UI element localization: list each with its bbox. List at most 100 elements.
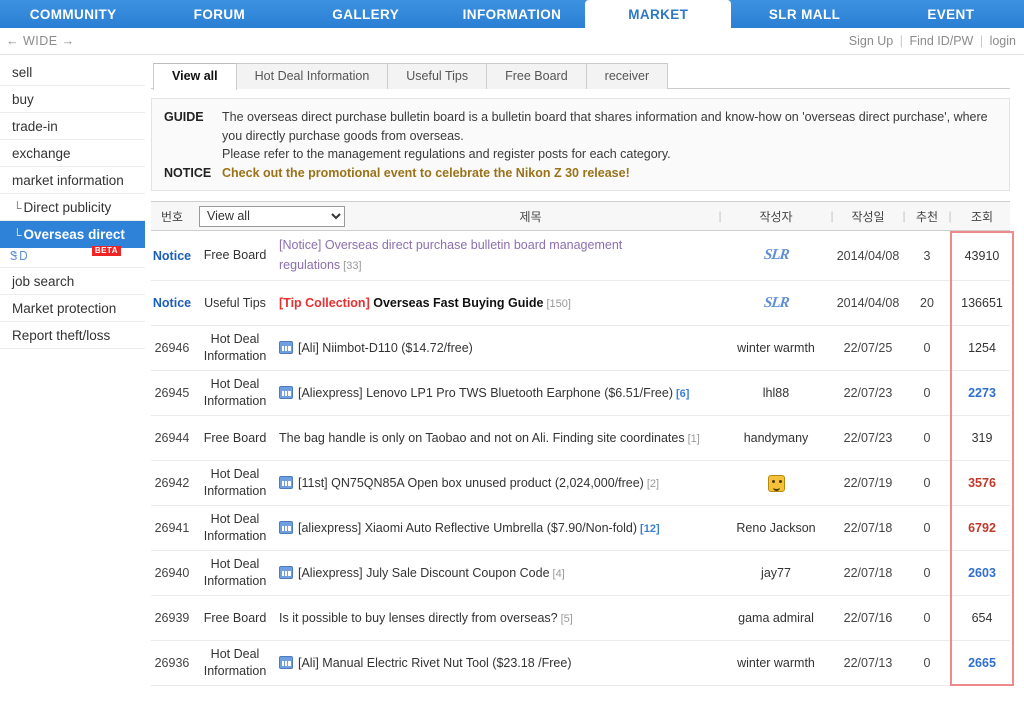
cell-category[interactable]: Hot Deal Information	[193, 511, 277, 545]
sidebar-item-market-protection[interactable]: Market protection	[0, 295, 145, 322]
post-title-link[interactable]: [11st] QN75QN85A Open box unused product…	[298, 476, 644, 490]
post-title-link[interactable]: [Aliexpress] Lenovo LP1 Pro TWS Bluetoot…	[298, 386, 673, 400]
wide-toggle-link[interactable]: ← WIDE →	[6, 34, 75, 48]
sidebar-item-direct-publicity[interactable]: └ Direct publicity	[0, 194, 145, 221]
nav-item-forum[interactable]: FORUM	[146, 0, 292, 28]
cell-title: The bag handle is only on Taobao and not…	[277, 424, 716, 453]
find-id-pw-link[interactable]: Find ID/PW	[909, 34, 973, 48]
title-wrapper: [aliexpress] Xiaomi Auto Reflective Umbr…	[279, 518, 660, 539]
cell-author[interactable]	[724, 474, 828, 492]
nav-item-event[interactable]: EVENT	[878, 0, 1024, 28]
cell-title: [11st] QN75QN85A Open box unused product…	[277, 469, 716, 498]
comment-count[interactable]: [6]	[676, 388, 689, 400]
table-row[interactable]: Notice Useful Tips [Tip Collection] Overse…	[151, 281, 1010, 326]
post-title-link[interactable]: Is it possible to buy lenses directly fr…	[279, 611, 558, 625]
tab-useful-tips[interactable]: Useful Tips	[387, 63, 488, 89]
tab-hot-deal-information[interactable]: Hot Deal Information	[235, 63, 389, 89]
table-row[interactable]: 26936 Hot Deal Information [Ali] Manual El…	[151, 641, 1010, 686]
nav-item-slr-mall[interactable]: SLR MALL	[731, 0, 877, 28]
post-title-link[interactable]: [Ali] Niimbot-D110 ($14.72/free)	[298, 341, 473, 355]
tab-receiver[interactable]: receiver	[585, 63, 669, 89]
cell-author[interactable]: Reno Jackson	[724, 521, 828, 535]
cell-date: 22/07/16	[843, 611, 893, 625]
table-row[interactable]: 26945 Hot Deal Information [Aliexpress] Le…	[151, 371, 1010, 416]
cell-date: 22/07/13	[843, 656, 893, 670]
title-wrapper: [Ali] Manual Electric Rivet Nut Tool ($2…	[279, 653, 572, 673]
nav-item-information[interactable]: INFORMATION	[439, 0, 585, 28]
table-row[interactable]: 26941 Hot Deal Information [aliexpress] Xi…	[151, 506, 1010, 551]
comment-count[interactable]: [2]	[647, 478, 659, 490]
cell-views: 319	[971, 431, 993, 445]
comment-count[interactable]: [5]	[561, 613, 573, 625]
table-row[interactable]: 26944 Free Board The bag handle is only on…	[151, 416, 1010, 461]
notice-label: NOTICE	[164, 165, 212, 180]
table-row[interactable]: 26942 Hot Deal Information [11st] QN75QN85…	[151, 461, 1010, 506]
comment-count[interactable]: [1]	[688, 433, 700, 445]
sidebar-item-sell[interactable]: sell	[0, 59, 145, 86]
table-row[interactable]: Notice Free Board [Notice] Overseas direct…	[151, 231, 1010, 281]
cell-category[interactable]: Hot Deal Information	[193, 331, 277, 365]
cell-author[interactable]: SLR	[724, 295, 828, 312]
cell-author[interactable]: handymany	[724, 431, 828, 445]
cell-author[interactable]: winter warmth	[724, 656, 828, 670]
title-wrapper: The bag handle is only on Taobao and not…	[279, 428, 700, 449]
cell-author[interactable]: jay77	[724, 566, 828, 580]
tab-view-all[interactable]: View all	[153, 63, 237, 90]
cell-author[interactable]: gama admiral	[724, 611, 828, 625]
sidebar-item-exchange[interactable]: exchange	[0, 140, 145, 167]
sign-up-link[interactable]: Sign Up	[849, 34, 893, 48]
author-name: Reno Jackson	[736, 521, 816, 535]
cell-category[interactable]: Hot Deal Information	[193, 376, 277, 410]
comment-count[interactable]: [150]	[546, 298, 570, 310]
post-title-link[interactable]: [Aliexpress] July Sale Discount Coupon C…	[298, 566, 550, 580]
post-title-link[interactable]: [Notice] Overseas direct purchase bullet…	[279, 238, 622, 272]
nav-item-market[interactable]: MARKET	[585, 0, 732, 28]
nav-item-community[interactable]: COMMUNITY	[0, 0, 146, 28]
cell-category[interactable]: Useful Tips	[193, 295, 277, 312]
sidebar-item-label: Overseas direct	[23, 227, 125, 242]
tab-free-board[interactable]: Free Board	[486, 63, 587, 89]
comment-count[interactable]: [12]	[640, 523, 660, 535]
post-title-link[interactable]: The bag handle is only on Taobao and not…	[279, 431, 685, 445]
login-link[interactable]: login	[990, 34, 1016, 48]
guide-row: GUIDE The overseas direct purchase bulle…	[164, 108, 997, 164]
category-filter-select[interactable]: View allHot Deal InformationUseful TipsF…	[199, 205, 345, 227]
guide-text: The overseas direct purchase bulletin bo…	[222, 108, 997, 164]
table-row[interactable]: 26939 Free Board Is it possible to buy len…	[151, 596, 1010, 641]
image-attachment-icon	[279, 475, 293, 489]
comment-count[interactable]: [4]	[553, 568, 565, 580]
post-title-link[interactable]: Overseas Fast Buying Guide	[373, 296, 543, 310]
sidebar-item-market-information[interactable]: market information	[0, 167, 145, 194]
auth-links: Sign Up | Find ID/PW | login	[849, 34, 1016, 48]
header-views: 조회	[970, 209, 994, 224]
cell-author[interactable]: winter warmth	[724, 341, 828, 355]
sidebar-item-overseas-direct[interactable]: └ Overseas direct	[0, 221, 145, 248]
cell-number: 26942	[154, 476, 190, 490]
sidebar-item-report-theft-loss[interactable]: Report theft/loss	[0, 322, 145, 349]
cell-number: 26944	[154, 431, 190, 445]
cell-author[interactable]: SLR	[724, 247, 828, 264]
post-title-link[interactable]: [aliexpress] Xiaomi Auto Reflective Umbr…	[298, 521, 637, 535]
cell-category[interactable]: Hot Deal Information	[193, 646, 277, 680]
cell-title: [Tip Collection] Overseas Fast Buying Gu…	[277, 289, 716, 318]
sidebar-item-job-search[interactable]: job search	[0, 268, 145, 295]
post-title-link[interactable]: [Ali] Manual Electric Rivet Nut Tool ($2…	[298, 656, 572, 670]
nav-item-gallery[interactable]: GALLERY	[293, 0, 439, 28]
cell-category[interactable]: Hot Deal Information	[193, 466, 277, 500]
cell-number: 26940	[154, 566, 190, 580]
sidebar-item-trade-in[interactable]: trade-in	[0, 113, 145, 140]
comment-count[interactable]: [33]	[343, 260, 361, 272]
cell-views: 3576	[968, 476, 996, 490]
cell-category[interactable]: Hot Deal Information	[193, 556, 277, 590]
notice-text[interactable]: Check out the promotional event to celeb…	[222, 164, 997, 183]
header-sep-2: |	[830, 209, 834, 223]
sidebar-item-buy[interactable]: buy	[0, 86, 145, 113]
cell-category[interactable]: Free Board	[193, 430, 277, 447]
cell-author[interactable]: lhl88	[724, 386, 828, 400]
cell-date: 22/07/18	[843, 521, 893, 535]
cell-category[interactable]: Free Board	[193, 247, 277, 264]
table-rows: Notice Free Board [Notice] Overseas direct…	[151, 231, 1014, 686]
table-row[interactable]: 26940 Hot Deal Information [Aliexpress] Ju…	[151, 551, 1010, 596]
table-row[interactable]: 26946 Hot Deal Information [Ali] Niimbot-D…	[151, 326, 1010, 371]
cell-category[interactable]: Free Board	[193, 610, 277, 627]
